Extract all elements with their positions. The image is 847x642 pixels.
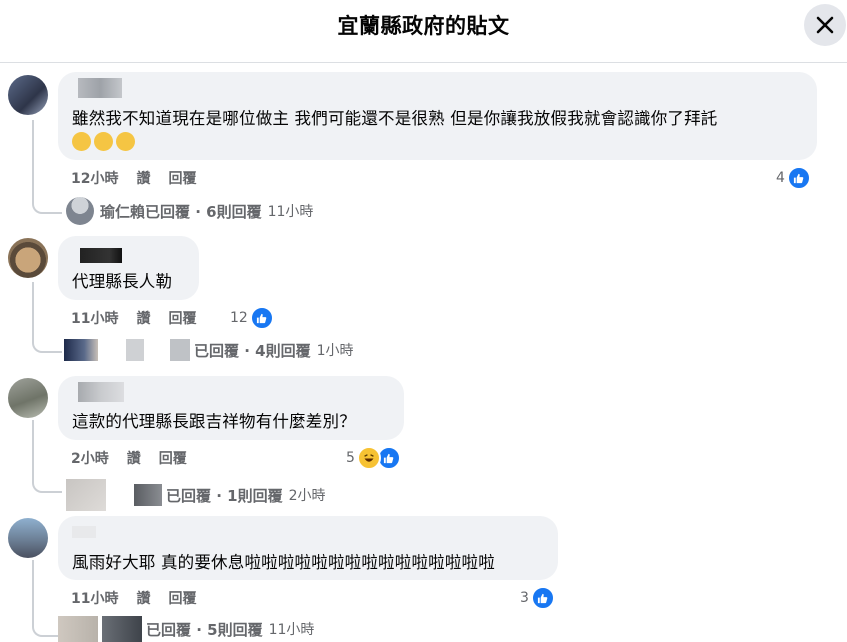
comment-time[interactable]: 11小時 — [71, 311, 118, 327]
reply-time: 1小時 — [316, 343, 354, 359]
comment-bubble: 風雨好大耶 真的要休息啦啦啦啦啦啦啦啦啦啦啦啦啦啦啦 — [58, 516, 558, 580]
comment-text: 雖然我不知道現在是哪位做主 我們可能還不是很熟 但是你讓我放假我就會認識你了拜託 — [72, 109, 718, 128]
comment-actions: 11小時 讚 回覆 — [71, 308, 214, 328]
comment-bubble: 雖然我不知道現在是哪位做主 我們可能還不是很熟 但是你讓我放假我就會認識你了拜託 — [58, 72, 817, 160]
reply-avatar — [66, 197, 94, 225]
author-name-redacted[interactable] — [72, 526, 96, 538]
comment-time[interactable]: 12小時 — [71, 171, 118, 187]
close-icon — [816, 16, 834, 34]
comment-actions: 2小時 讚 回覆 — [71, 448, 205, 468]
reply-time: 11小時 — [267, 204, 314, 220]
reply-summary[interactable]: 已回覆 · 1則回覆 2小時 — [66, 479, 326, 511]
reply-author: 瑜仁賴 — [100, 202, 146, 221]
reply-time: 11小時 — [268, 622, 315, 638]
like-button[interactable]: 讚 — [127, 451, 141, 467]
comment-actions: 11小時 讚 回覆 — [71, 588, 214, 608]
reply-summary[interactable]: 已回覆 · 5則回覆 11小時 — [58, 616, 314, 642]
reaction-count[interactable]: 12 — [230, 306, 274, 330]
thread-line — [32, 120, 62, 214]
dialog-header: 宜蘭縣政府的貼文 — [0, 0, 847, 63]
pleading-face-emoji — [116, 132, 135, 151]
avatar[interactable] — [8, 518, 48, 558]
comment-emojis — [72, 131, 138, 151]
reply-count: 已回覆 · 4則回覆 — [194, 341, 311, 360]
dialog-title: 宜蘭縣政府的貼文 — [337, 14, 510, 38]
comment-bubble: 這款的代理縣長跟吉祥物有什麼差別？ — [58, 376, 404, 440]
reply-count: 已回覆 · 5則回覆 — [146, 620, 263, 639]
like-button[interactable]: 讚 — [136, 311, 150, 327]
reply-button[interactable]: 回覆 — [159, 451, 187, 467]
thread-line — [32, 282, 62, 353]
reply-author-redacted — [170, 339, 190, 361]
reply-author-redacted — [102, 339, 122, 361]
reply-button[interactable]: 回覆 — [168, 311, 196, 327]
reply-author-redacted — [134, 484, 162, 506]
like-reaction-icon — [530, 586, 555, 610]
avatar[interactable] — [8, 238, 48, 278]
reply-avatar-redacted — [66, 479, 106, 511]
author-name-redacted[interactable] — [78, 78, 122, 98]
reply-author-redacted — [110, 484, 130, 506]
like-button[interactable]: 讚 — [136, 171, 150, 187]
comment-time[interactable]: 11小時 — [71, 591, 118, 607]
like-reaction-icon — [249, 306, 274, 330]
author-name-redacted[interactable] — [78, 382, 124, 402]
like-button[interactable]: 讚 — [136, 591, 150, 607]
reaction-count[interactable]: 4 — [776, 166, 811, 190]
reply-summary[interactable]: 已回覆 · 4則回覆 1小時 — [64, 339, 354, 361]
comment-actions: 12小時 讚 回覆 — [71, 168, 214, 188]
reply-summary[interactable]: 瑜仁賴 已回覆 · 6則回覆 11小時 — [66, 197, 313, 225]
reply-avatar-redacted — [58, 616, 98, 642]
haha-reaction-icon — [356, 446, 381, 470]
reply-time: 2小時 — [288, 488, 326, 504]
reply-avatar-redacted — [64, 339, 98, 361]
reply-count: 已回覆 · 6則回覆 — [145, 202, 262, 221]
reply-button[interactable]: 回覆 — [168, 591, 196, 607]
reaction-count[interactable]: 5 — [346, 446, 401, 470]
reply-count: 已回覆 · 1則回覆 — [166, 486, 283, 505]
pleading-face-emoji — [94, 132, 113, 151]
comment-text: 風雨好大耶 真的要休息啦啦啦啦啦啦啦啦啦啦啦啦啦啦啦 — [72, 553, 495, 572]
close-button[interactable] — [804, 4, 846, 46]
comment-bubble: 代理縣長人勒 — [58, 236, 199, 300]
reply-button[interactable]: 回覆 — [168, 171, 196, 187]
author-name-redacted[interactable] — [80, 248, 122, 263]
comment-text: 代理縣長人勒 — [72, 272, 173, 291]
avatar[interactable] — [8, 75, 48, 115]
like-reaction-icon — [786, 166, 811, 190]
reply-author-redacted — [148, 339, 166, 361]
reply-author-redacted — [126, 339, 144, 361]
avatar[interactable] — [8, 378, 48, 418]
pleading-face-emoji — [72, 132, 91, 151]
comment-time[interactable]: 2小時 — [71, 451, 109, 467]
reply-author-redacted — [102, 616, 142, 642]
thread-line — [32, 420, 62, 493]
comment-text: 這款的代理縣長跟吉祥物有什麼差別？ — [72, 412, 356, 431]
reaction-count[interactable]: 3 — [520, 586, 555, 610]
